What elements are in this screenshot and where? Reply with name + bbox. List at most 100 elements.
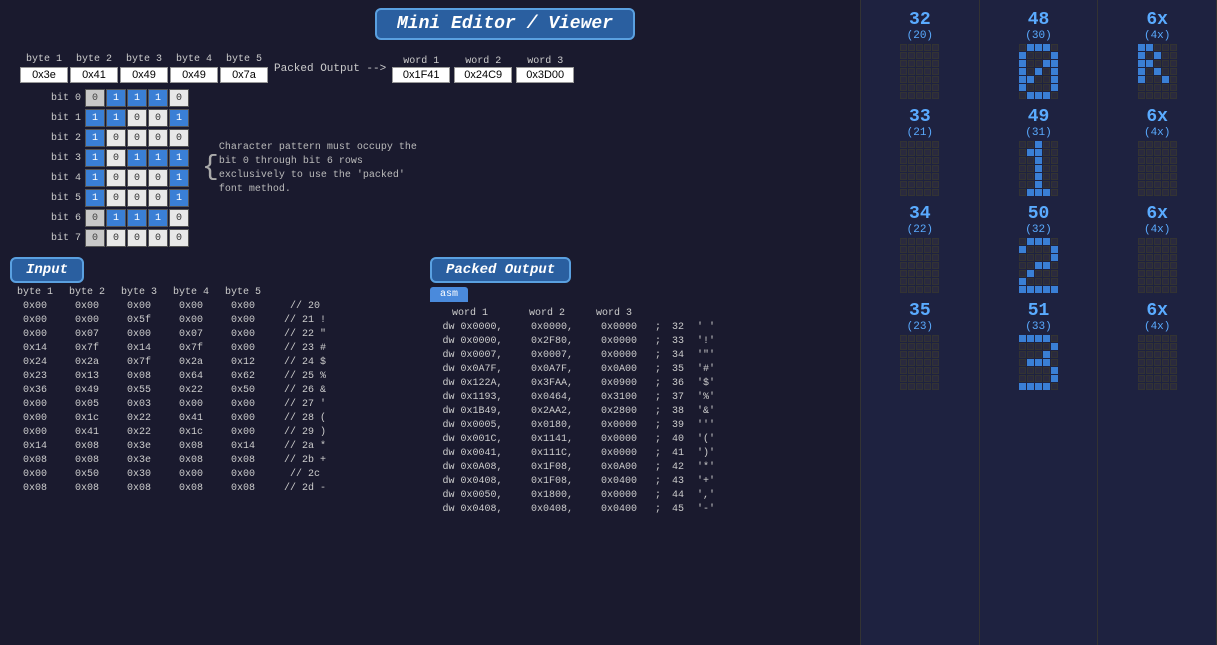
- bit-cell-7-0[interactable]: 0: [85, 229, 105, 247]
- word-val-1[interactable]: [392, 67, 450, 83]
- bit-cell-3-3[interactable]: 1: [148, 149, 168, 167]
- input-cell-3-1: 0x7f: [62, 342, 112, 355]
- bit-cell-1-0[interactable]: 1: [85, 109, 105, 127]
- bit-cell-6-3[interactable]: 1: [148, 209, 168, 227]
- bit-cell-1-3[interactable]: 0: [148, 109, 168, 127]
- glyph-px-2-3-1-0: [1138, 343, 1145, 350]
- bit-cell-5-4[interactable]: 1: [169, 189, 189, 207]
- glyph-px-0-3-3-0: [900, 359, 907, 366]
- bit-cell-6-0[interactable]: 0: [85, 209, 105, 227]
- input-cell-8-5: // 28 (: [270, 412, 340, 425]
- glyph-px-0-2-0-3: [924, 238, 931, 245]
- word-val-2[interactable]: [454, 67, 512, 83]
- input-row-13: 0x080x080x080x080x08// 2d -: [10, 482, 420, 495]
- glyph-px-2-1-6-4: [1170, 189, 1177, 196]
- glyph-px-1-3-0-2: [1035, 335, 1042, 342]
- bit-cell-4-0[interactable]: 1: [85, 169, 105, 187]
- bit-cell-6-4[interactable]: 0: [169, 209, 189, 227]
- input-cell-1-1: 0x00: [62, 314, 112, 327]
- bit-label-2: bit 2: [50, 133, 85, 144]
- bit-cell-6-2[interactable]: 1: [127, 209, 147, 227]
- glyph-px-0-1-5-4: [932, 181, 939, 188]
- asm-tab[interactable]: asm: [430, 287, 468, 302]
- glyph-px-0-1-5-0: [900, 181, 907, 188]
- bit-cell-2-1[interactable]: 0: [106, 129, 126, 147]
- input-cell-10-5: // 2a *: [270, 440, 340, 453]
- output-cell-8-5: '(': [691, 433, 721, 446]
- bit-cell-4-3[interactable]: 0: [148, 169, 168, 187]
- glyph-px-0-0-1-1: [908, 52, 915, 59]
- bit-cell-3-0[interactable]: 1: [85, 149, 105, 167]
- bit-cell-5-0[interactable]: 1: [85, 189, 105, 207]
- glyph-px-1-3-3-2: [1035, 359, 1042, 366]
- glyph-px-2-3-5-4: [1170, 375, 1177, 382]
- glyph-px-1-0-0-0: [1019, 44, 1026, 51]
- bit-cell-2-0[interactable]: 1: [85, 129, 105, 147]
- byte-val-3[interactable]: [120, 67, 168, 83]
- output-cell-11-5: '+': [691, 475, 721, 488]
- glyph-number-2-3: 6x: [1146, 301, 1168, 321]
- output-cell-7-4: 39: [667, 419, 689, 432]
- right-panel: 32(20)33(21)34(22)35(23)48(30)49(31)50(3…: [860, 0, 1217, 645]
- bit-cell-7-3[interactable]: 0: [148, 229, 168, 247]
- bit-cell-0-2[interactable]: 1: [127, 89, 147, 107]
- glyph-px-1-2-4-0: [1019, 270, 1026, 277]
- output-cell-11-2: 0x0400: [589, 475, 649, 488]
- glyph-px-1-0-2-1: [1027, 60, 1034, 67]
- glyph-grid-2-1: [1138, 141, 1177, 196]
- glyph-px-2-2-4-1: [1146, 270, 1153, 277]
- bit-cell-1-4[interactable]: 1: [169, 109, 189, 127]
- bit-cell-5-2[interactable]: 0: [127, 189, 147, 207]
- glyph-px-0-0-0-0: [900, 44, 907, 51]
- glyph-px-1-0-4-0: [1019, 76, 1026, 83]
- bit-cell-0-1[interactable]: 1: [106, 89, 126, 107]
- byte-val-1[interactable]: [20, 67, 68, 83]
- bit-cell-7-1[interactable]: 0: [106, 229, 126, 247]
- glyph-px-1-2-3-0: [1019, 262, 1026, 269]
- glyph-px-0-2-0-1: [908, 238, 915, 245]
- bit-cell-2-3[interactable]: 0: [148, 129, 168, 147]
- input-cell-10-3: 0x08: [166, 440, 216, 453]
- bit-cell-4-4[interactable]: 1: [169, 169, 189, 187]
- bit-cell-0-3[interactable]: 1: [148, 89, 168, 107]
- glyph-px-1-1-3-0: [1019, 165, 1026, 172]
- bit-cell-7-4[interactable]: 0: [169, 229, 189, 247]
- bit-cell-4-1[interactable]: 0: [106, 169, 126, 187]
- bit-cell-3-4[interactable]: 1: [169, 149, 189, 167]
- bit-cell-2-2[interactable]: 0: [127, 129, 147, 147]
- glyph-px-2-1-3-0: [1138, 165, 1145, 172]
- glyph-px-1-3-1-4: [1051, 343, 1058, 350]
- byte-val-2[interactable]: [70, 67, 118, 83]
- glyph-grid-2-2: [1138, 238, 1177, 293]
- output-cell-4-4: 36: [667, 377, 689, 390]
- bit-cell-0-4[interactable]: 0: [169, 89, 189, 107]
- glyph-px-1-1-2-0: [1019, 157, 1026, 164]
- output-cell-1-3: ;: [651, 335, 665, 348]
- input-table-headers: byte 1 byte 2 byte 3 byte 4 byte 5: [10, 287, 420, 298]
- byte-val-5[interactable]: [220, 67, 268, 83]
- glyph-px-1-0-1-4: [1051, 52, 1058, 59]
- bit-cell-5-3[interactable]: 0: [148, 189, 168, 207]
- glyph-px-0-2-4-4: [932, 270, 939, 277]
- bit-cell-2-4[interactable]: 0: [169, 129, 189, 147]
- bit-cell-5-1[interactable]: 0: [106, 189, 126, 207]
- glyph-sub-1-2: (32): [1025, 224, 1051, 236]
- bit-cell-0-0[interactable]: 0: [85, 89, 105, 107]
- glyph-px-2-1-2-1: [1146, 157, 1153, 164]
- bit-cell-3-1[interactable]: 0: [106, 149, 126, 167]
- bit-cell-6-1[interactable]: 1: [106, 209, 126, 227]
- bit-cell-3-2[interactable]: 1: [127, 149, 147, 167]
- bit-cell-1-2[interactable]: 0: [127, 109, 147, 127]
- bit-cell-1-1[interactable]: 1: [106, 109, 126, 127]
- glyph-item-2-0: 6x(4x): [1102, 10, 1212, 99]
- glyph-px-2-2-0-3: [1162, 238, 1169, 245]
- bit-cell-4-2[interactable]: 0: [127, 169, 147, 187]
- byte-val-4[interactable]: [170, 67, 218, 83]
- bit-cell-7-2[interactable]: 0: [127, 229, 147, 247]
- glyph-px-1-0-1-3: [1043, 52, 1050, 59]
- glyph-px-2-2-4-4: [1170, 270, 1177, 277]
- glyph-px-2-2-6-3: [1162, 286, 1169, 293]
- word-val-3[interactable]: [516, 67, 574, 83]
- glyph-px-2-3-2-4: [1170, 351, 1177, 358]
- glyph-px-1-1-1-2: [1035, 149, 1042, 156]
